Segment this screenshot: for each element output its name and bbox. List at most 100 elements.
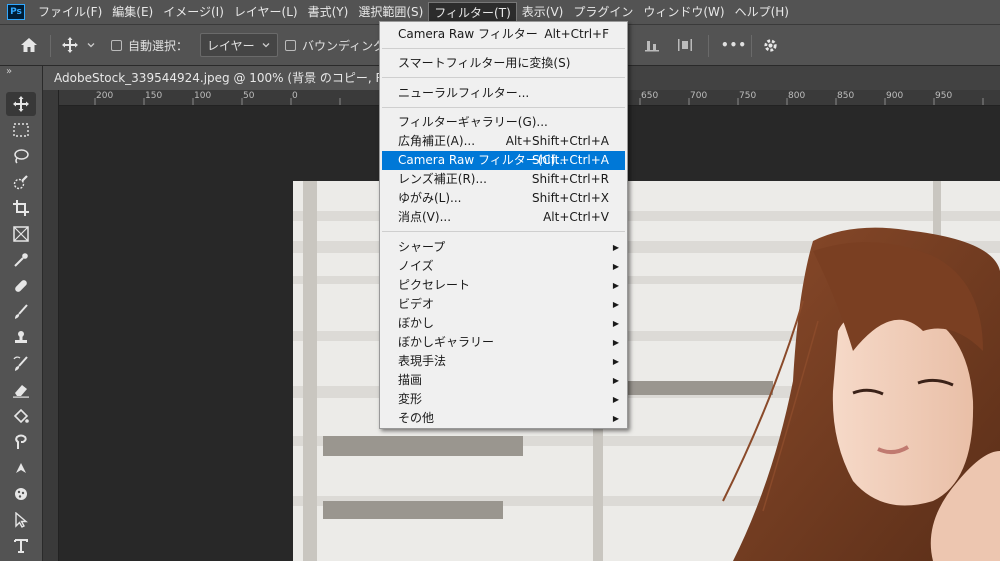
filter-menu-dropdown: Camera Raw フィルター Alt+Ctrl+F スマートフィルター用に変…	[379, 21, 628, 429]
history-brush-icon	[13, 356, 28, 371]
sponge-icon	[15, 488, 27, 500]
menu-item-video[interactable]: ビデオ ▶	[382, 295, 625, 314]
auto-select-checkbox[interactable]	[111, 39, 122, 51]
ruler-label: 200	[96, 91, 114, 101]
pen-nib-icon	[16, 463, 26, 473]
menu-item-render[interactable]: 描画 ▶	[382, 371, 625, 390]
distribute-button[interactable]	[678, 25, 692, 65]
chevron-down-icon	[87, 43, 95, 48]
healing-brush-tool[interactable]	[6, 274, 36, 298]
crop-tool[interactable]	[6, 196, 36, 220]
menu-item-label: ビデオ	[398, 297, 435, 311]
settings-button[interactable]	[763, 25, 778, 65]
quick-selection-tool[interactable]	[6, 170, 36, 194]
auto-select-target-value: レイヤー	[207, 38, 255, 53]
align-bottom-icon	[645, 41, 659, 52]
menu-filter[interactable]: フィルター(T)	[428, 2, 517, 22]
move-icon	[13, 96, 29, 112]
dodge-tool[interactable]	[6, 456, 36, 480]
submenu-arrow-icon: ▶	[612, 395, 619, 404]
menu-item-pixelate[interactable]: ピクセレート ▶	[382, 276, 625, 295]
menu-help[interactable]: ヘルプ(H)	[730, 0, 794, 24]
divider	[708, 35, 709, 57]
menu-layer[interactable]: レイヤー(L)	[229, 0, 303, 24]
menu-file[interactable]: ファイル(F)	[33, 0, 107, 24]
ruler-label: 0	[292, 91, 298, 101]
paint-bucket-icon	[13, 408, 29, 424]
menu-type[interactable]: 書式(Y)	[303, 0, 354, 24]
sponge-tool[interactable]	[6, 482, 36, 506]
menu-item-blur-gallery[interactable]: ぼかしギャラリー ▶	[382, 333, 625, 352]
collapse-panel-icon[interactable]: »	[6, 66, 12, 77]
auto-select-toggle[interactable]: 自動選択：	[111, 25, 188, 65]
type-tool[interactable]	[6, 534, 36, 558]
menu-edit[interactable]: 編集(E)	[107, 0, 158, 24]
menu-item-camera-raw-last[interactable]: Camera Raw フィルター Alt+Ctrl+F	[382, 25, 625, 44]
bounding-box-checkbox[interactable]	[285, 39, 296, 51]
menu-item-vanishing-point[interactable]: 消点(V)... Alt+Ctrl+V	[382, 208, 625, 227]
eyedropper-tool[interactable]	[6, 248, 36, 272]
menu-item-distort[interactable]: 変形 ▶	[382, 390, 625, 409]
frame-tool[interactable]	[6, 222, 36, 246]
history-brush-tool[interactable]	[6, 352, 36, 376]
auto-select-target-select[interactable]: レイヤー	[200, 25, 278, 65]
home-button[interactable]	[20, 25, 38, 65]
rectangle-marquee-icon	[13, 123, 29, 137]
menu-item-label: フィルターギャラリー(G)...	[398, 115, 548, 129]
type-icon	[14, 539, 28, 553]
move-tool-preset[interactable]	[62, 25, 96, 65]
menu-item-label: ぼかしギャラリー	[398, 335, 495, 349]
menu-item-camera-raw-filter[interactable]: Camera Raw フィルター(C)... Shift+Ctrl+A	[382, 151, 625, 170]
move-icon	[62, 37, 78, 53]
lasso-tool[interactable]	[6, 144, 36, 168]
more-options-button[interactable]: •••	[721, 25, 747, 65]
menu-item-stylize[interactable]: 表現手法 ▶	[382, 352, 625, 371]
menu-item-label: 消点(V)...	[398, 210, 452, 224]
menu-item-liquify[interactable]: ゆがみ(L)... Shift+Ctrl+X	[382, 189, 625, 208]
eyedropper-icon	[14, 253, 28, 267]
menu-image[interactable]: イメージ(I)	[158, 0, 229, 24]
menu-separator	[382, 231, 625, 232]
eraser-icon	[13, 385, 29, 398]
brush-tool[interactable]	[6, 300, 36, 324]
menu-item-label: その他	[398, 411, 435, 425]
menu-item-shortcut: Alt+Shift+Ctrl+A	[505, 134, 609, 148]
auto-select-label: 自動選択：	[128, 38, 189, 53]
submenu-arrow-icon: ▶	[612, 319, 619, 328]
menu-item-convert-smart-filter[interactable]: スマートフィルター用に変換(S)	[382, 54, 625, 73]
menu-item-label: 表現手法	[398, 354, 447, 368]
eraser-tool[interactable]	[6, 378, 36, 402]
more-icon: •••	[721, 38, 748, 52]
menu-item-blur[interactable]: ぼかし ▶	[382, 314, 625, 333]
submenu-arrow-icon: ▶	[612, 243, 619, 252]
menu-item-shortcut: Shift+Ctrl+R	[531, 172, 609, 186]
menu-item-neural-filters[interactable]: ニューラルフィルター...	[382, 84, 625, 103]
smudge-tool[interactable]	[6, 430, 36, 454]
move-tool[interactable]	[6, 92, 36, 116]
menu-item-label: ゆがみ(L)...	[398, 191, 462, 205]
clone-stamp-tool[interactable]	[6, 326, 36, 350]
path-selection-tool[interactable]	[6, 508, 36, 532]
menu-item-shortcut: Alt+Ctrl+F	[544, 27, 609, 41]
menu-item-label: ぼかし	[398, 316, 435, 330]
quick-selection-icon	[13, 175, 28, 190]
menu-item-label: Camera Raw フィルター	[398, 27, 538, 41]
menu-item-sharpen[interactable]: シャープ ▶	[382, 238, 625, 257]
submenu-arrow-icon: ▶	[612, 414, 619, 423]
ruler-label: 100	[194, 91, 212, 101]
menu-item-adaptive-wide-angle[interactable]: 広角補正(A)... Alt+Shift+Ctrl+A	[382, 132, 625, 151]
menu-item-label: ピクセレート	[398, 278, 471, 292]
menu-item-other[interactable]: その他 ▶	[382, 409, 625, 428]
ruler-label: 950	[935, 91, 953, 101]
document-tab[interactable]: AdobeStock_339544924.jpeg @ 100% (背景 のコピ…	[43, 66, 383, 90]
menu-item-lens-correction[interactable]: レンズ補正(R)... Shift+Ctrl+R	[382, 170, 625, 189]
menu-item-filter-gallery[interactable]: フィルターギャラリー(G)...	[382, 113, 625, 132]
submenu-arrow-icon: ▶	[612, 357, 619, 366]
align-bottom-button[interactable]	[645, 25, 659, 65]
marquee-tool[interactable]	[6, 118, 36, 142]
paint-bucket-tool[interactable]	[6, 404, 36, 428]
ruler-label: 700	[690, 91, 708, 101]
menu-item-noise[interactable]: ノイズ ▶	[382, 257, 625, 276]
menu-window[interactable]: ウィンドウ(W)	[638, 0, 729, 24]
submenu-arrow-icon: ▶	[612, 376, 619, 385]
